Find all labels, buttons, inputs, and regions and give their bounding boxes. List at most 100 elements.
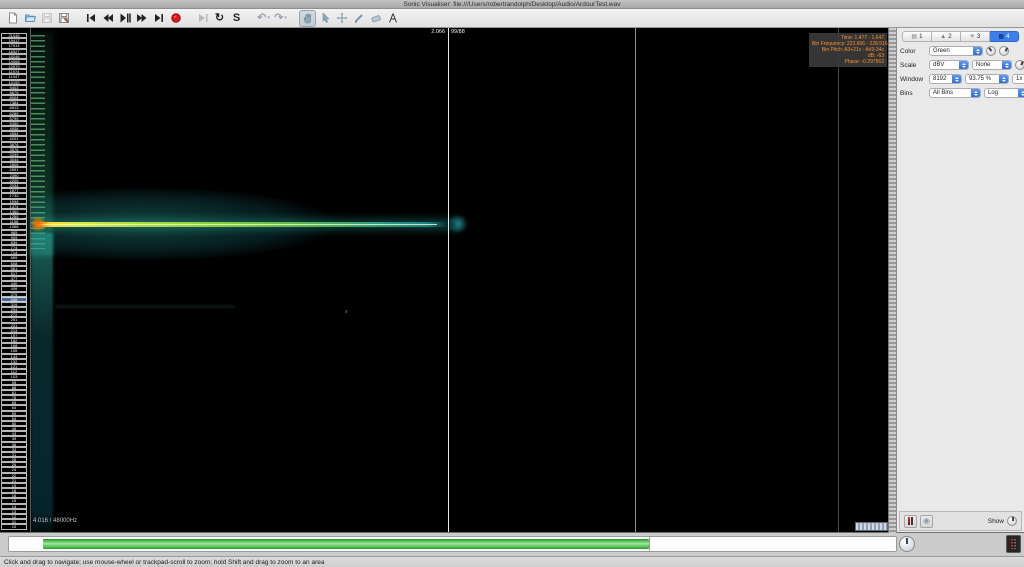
- fast-forward-to-end-button[interactable]: [150, 10, 167, 27]
- threshold-knob[interactable]: [999, 46, 1009, 56]
- scale-select-value: dBV: [933, 62, 944, 68]
- play-selection-icon: [197, 12, 209, 24]
- new-document-icon: [7, 12, 19, 24]
- measure-compass-icon: [387, 12, 399, 24]
- spectrogram-icon: ▦: [998, 34, 1004, 40]
- circle-dial-icon: ◉: [923, 517, 930, 525]
- play-pause-button[interactable]: [116, 10, 133, 27]
- status-bar: Click and drag to navigate; use mouse-wh…: [0, 556, 1024, 567]
- skip-to-start-icon: [85, 12, 97, 24]
- pane-tab-label: 2: [948, 33, 952, 40]
- stepper-icon: [952, 75, 961, 83]
- fast-forward-icon: [136, 12, 148, 24]
- panner-position-line: [649, 537, 650, 551]
- pane-tab-4[interactable]: ▦4: [990, 31, 1019, 42]
- show-knob[interactable]: [1007, 516, 1017, 526]
- pane-tab-label: 1: [919, 33, 923, 40]
- record-button[interactable]: [167, 10, 184, 27]
- gain-knob[interactable]: [986, 46, 996, 56]
- undo-button[interactable]: ↶ ▾: [255, 10, 272, 27]
- waveform-icon: ▲: [940, 34, 946, 40]
- monitor-button[interactable]: ◉: [920, 515, 933, 528]
- solo-button[interactable]: S: [228, 10, 245, 27]
- pane-tab-2[interactable]: ▲2: [932, 31, 961, 42]
- select-tool-button[interactable]: [316, 10, 333, 27]
- window-overlap-select[interactable]: 93.75 %: [965, 74, 1009, 84]
- pane-tab-1[interactable]: ▤1: [902, 31, 932, 42]
- window-label: Window: [900, 76, 926, 83]
- pencil-icon: [353, 12, 365, 24]
- scale-select[interactable]: dBV: [929, 60, 969, 70]
- mouse-cursor-mark: x: [345, 309, 348, 315]
- chevron-down-icon: ▾: [284, 15, 287, 21]
- level-bar-icon: [1011, 539, 1013, 549]
- playback-level-button[interactable]: [1006, 535, 1021, 553]
- overview-panner[interactable]: [8, 536, 897, 552]
- undo-icon: ↶: [257, 13, 266, 24]
- loop-icon: ↻: [215, 13, 224, 24]
- bin-scale-select[interactable]: Log: [984, 88, 1024, 98]
- scale-row: Scale dBV None: [900, 59, 1021, 71]
- window-size-select[interactable]: 8192: [929, 74, 962, 84]
- bottom-bar: [0, 533, 1024, 556]
- play-pause-icon: [119, 12, 131, 24]
- stepper-icon: [971, 89, 980, 97]
- new-session-button[interactable]: [4, 10, 21, 27]
- playhead-frame: 99/88: [451, 29, 465, 35]
- freq-tick: 10: [1, 524, 27, 529]
- bins-select[interactable]: All Bins: [929, 88, 981, 98]
- oversampling-select[interactable]: 1x: [1012, 74, 1024, 84]
- redo-button[interactable]: ↷ ▾: [272, 10, 289, 27]
- loop-button[interactable]: ↻: [211, 10, 228, 27]
- playhead-time: 2.066: [416, 29, 445, 35]
- open-button[interactable]: [21, 10, 38, 27]
- cursor-info-box: Time: 1.477 - 1.647 Bin Frequency: 222.6…: [809, 33, 887, 67]
- tone-line-tail: [449, 215, 467, 233]
- playback-speed-knob[interactable]: [899, 536, 915, 552]
- stepper-icon: [959, 61, 968, 69]
- solo-icon: S: [233, 13, 240, 24]
- hand-icon: [302, 12, 314, 24]
- pane-tab-bar: ▤1▲2✳3▦4: [902, 31, 1019, 42]
- rewind-button[interactable]: [99, 10, 116, 27]
- play-selection-button[interactable]: [194, 10, 211, 27]
- bin-scale-value: Log: [988, 90, 998, 96]
- eraser-icon: [370, 12, 382, 24]
- measure-tool-button[interactable]: [384, 10, 401, 27]
- gridline-faint: [838, 28, 839, 533]
- window-row: Window 8192 93.75 % 1x: [900, 73, 1021, 85]
- pane-tab-label: 4: [1006, 33, 1010, 40]
- erase-tool-button[interactable]: [367, 10, 384, 27]
- toolbar: ↻ S ↶ ▾ ↷ ▾: [0, 9, 1024, 28]
- level-meter-icon: [908, 517, 913, 525]
- rewind-to-start-button[interactable]: [82, 10, 99, 27]
- window-overlap-value: 93.75 %: [969, 76, 991, 82]
- info-phase: Phase: -0.297563: [812, 59, 884, 65]
- color-row: Color Green: [900, 45, 1021, 57]
- play-toggle-button[interactable]: [904, 515, 917, 528]
- panel-footer: ◉ Show: [899, 511, 1022, 531]
- knob-tick: [1020, 61, 1023, 65]
- sample-rate-label: 4.016 / 48000Hz: [33, 518, 77, 524]
- horizontal-zoom-thumbwheel[interactable]: [855, 522, 888, 531]
- save-as-button[interactable]: [55, 10, 72, 27]
- draw-tool-button[interactable]: [350, 10, 367, 27]
- fast-forward-button[interactable]: [133, 10, 150, 27]
- gridline: [635, 28, 636, 533]
- spectrogram-pane[interactable]: x 2.066 99/88 21046194171791416527152481…: [0, 28, 888, 533]
- vertical-zoom-thumbwheel[interactable]: [888, 28, 897, 533]
- navigate-tool-button[interactable]: [299, 10, 316, 27]
- redo-icon: ↷: [274, 13, 283, 24]
- color-select[interactable]: Green: [929, 46, 983, 56]
- move-cross-icon: [336, 12, 348, 24]
- rewind-icon: [102, 12, 114, 24]
- knob-tick: [1012, 517, 1014, 521]
- playhead-line[interactable]: [448, 28, 449, 533]
- normalization-select[interactable]: None: [972, 60, 1012, 70]
- pane-tab-3[interactable]: ✳3: [961, 31, 990, 42]
- save-button[interactable]: [38, 10, 55, 27]
- colour-rotation-knob[interactable]: [1015, 60, 1024, 70]
- tone-line-onset: [30, 216, 46, 232]
- faint-smear: [55, 305, 235, 308]
- edit-tool-button[interactable]: [333, 10, 350, 27]
